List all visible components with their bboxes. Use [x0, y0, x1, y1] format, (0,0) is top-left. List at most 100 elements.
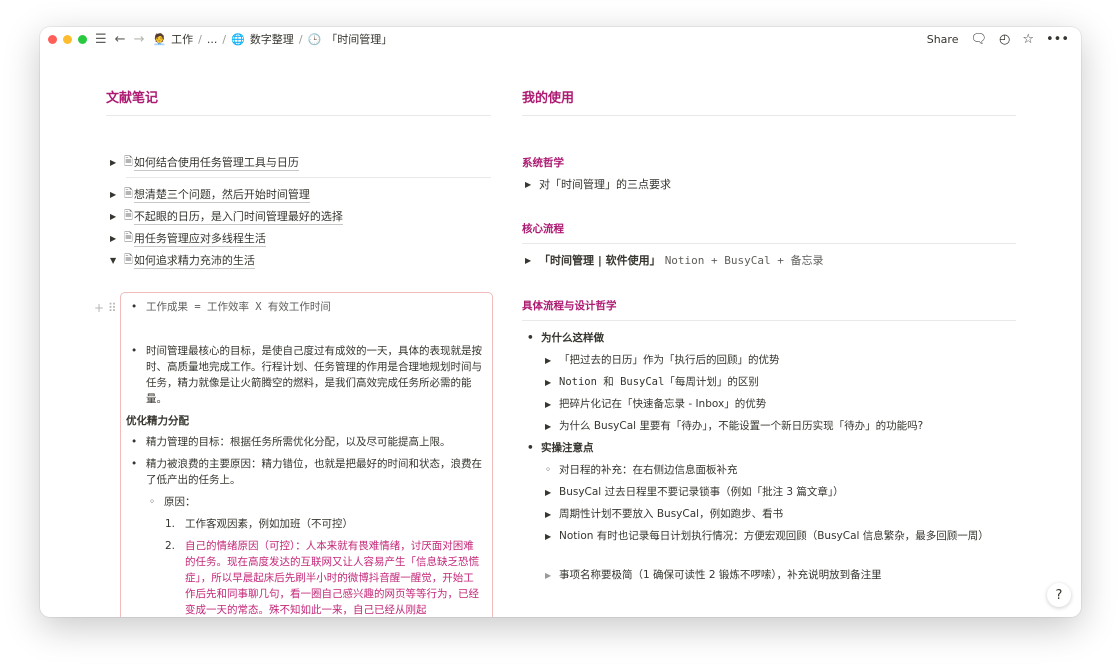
page-icon: 🗎 — [124, 187, 133, 200]
breadcrumb-separator: / — [222, 32, 227, 46]
breadcrumb-separator: / — [198, 32, 202, 46]
toggle-item[interactable]: ▶ BusyCal 过去日程里不要记录锁事（例如「批注 3 篇文章」） — [545, 484, 844, 499]
bullet-item: • 精力管理的目标：根据任务所需优化分配，以及尽可能提高上限。 — [131, 434, 483, 450]
close-window-button[interactable] — [48, 34, 57, 44]
toggle-text[interactable]: Notion 有时也记录每日计划执行情况：方便宏观回顾（BusyCal 信息繁杂… — [559, 530, 989, 542]
toggle-item[interactable]: ▶ 「时间管理 | 软件使用」 Notion + BusyCal + 备忘录 — [525, 252, 824, 268]
favorite-star-icon[interactable]: ☆ — [1022, 32, 1034, 47]
bullet-dot: • — [131, 436, 138, 448]
toggle-item[interactable]: ▶ 周期性计划不要放入 BusyCal，例如跑步、看书 — [545, 506, 783, 521]
sub-bullet-text: 原因： — [164, 496, 196, 508]
toggle-arrow-icon[interactable]: ▶ — [110, 234, 124, 243]
toggle-arrow-icon[interactable]: ▶ — [545, 488, 559, 497]
toggle-item[interactable]: ▶ 对「时间管理」的三点要求 — [525, 176, 671, 192]
toggle-item[interactable]: ▶ Notion 有时也记录每日计划执行情况：方便宏观回顾（BusyCal 信息繁… — [545, 528, 1005, 545]
section-heading: 具体流程与设计哲学 — [522, 300, 617, 312]
toggle-arrow-icon[interactable]: ▶ — [525, 256, 539, 265]
breadcrumb-item-time-management[interactable]: 「时间管理」 — [326, 31, 392, 47]
toggle-item[interactable]: ▶ 把碎片化记在「快速备忘录 - Inbox」的优势 — [545, 396, 766, 411]
toggle-item[interactable]: ▶ 🗎 想清楚三个问题，然后开始时间管理 — [110, 185, 310, 204]
callout-block: • 工作成果 = 工作效率 X 有效工作时间 • 时间管理最核心的目标，是使自己… — [120, 292, 493, 617]
title-bar: ☰ ← → 🧑‍💼 工作 / ... / 🌐 数字整理 / 🕒 「时间管理」 S… — [40, 27, 1081, 51]
more-options-icon[interactable]: ••• — [1046, 32, 1069, 47]
bullet-item: • 精力被浪费的主要原因：精力错位，也就是把最好的时间和状态，浪费在了低产出的任… — [131, 456, 483, 488]
number-label: 1. — [165, 518, 176, 530]
toggle-page-link[interactable]: 如何结合使用任务管理工具与日历 — [133, 154, 299, 171]
toggle-item[interactable]: ▶ 「把过去的日历」作为「执行后的回顾」的优势 — [545, 352, 780, 367]
window-controls — [48, 34, 87, 44]
bullet-item: • 实操注意点 — [527, 440, 594, 455]
breadcrumb-item-digital[interactable]: 数字整理 — [250, 31, 294, 47]
bullet-text: 精力管理的目标：根据任务所需优化分配，以及尽可能提高上限。 — [146, 436, 451, 448]
bullet-text: 为什么这样做 — [541, 332, 605, 344]
divider — [126, 177, 491, 178]
sub-bullet-text: 对日程的补充：在右侧边信息面板补充 — [559, 464, 738, 476]
toggle-arrow-icon[interactable]: ▶ — [525, 180, 539, 189]
toggle-item-open[interactable]: ▼ 🗎 如何追求精力充沛的生活 — [110, 251, 255, 270]
minimize-window-button[interactable] — [63, 34, 72, 44]
breadcrumb-separator: / — [298, 32, 303, 46]
divider — [522, 243, 1016, 244]
comments-icon[interactable]: 🗨 — [970, 32, 987, 47]
toggle-arrow-icon[interactable]: ▶ — [545, 378, 559, 387]
toggle-arrow-icon[interactable]: ▶ — [545, 400, 559, 409]
number-label: 2. — [165, 540, 176, 552]
toggle-arrow-icon[interactable]: ▶ — [545, 510, 559, 519]
bullet-dot: • — [131, 301, 138, 313]
zoom-window-button[interactable] — [78, 34, 87, 44]
share-button[interactable]: Share — [927, 33, 959, 46]
toggle-arrow-down-icon[interactable]: ▼ — [110, 256, 124, 265]
help-button[interactable]: ? — [1047, 583, 1071, 607]
toggle-arrow-icon[interactable]: ▶ — [110, 190, 124, 199]
bullet-dot: • — [131, 345, 138, 357]
toggle-arrow-icon[interactable]: ▶ — [110, 158, 124, 167]
left-column: 文献笔记 — [106, 87, 491, 116]
toggle-arrow-icon[interactable]: ▶ — [110, 212, 124, 221]
toggle-item[interactable]: ▶ 事项名称要极简（1 确保可读性 2 锻炼不啰嗦），补充说明放到备注里 — [545, 567, 882, 582]
block-handle-icon[interactable]: + ⠿ — [94, 301, 117, 315]
right-column: 我的使用 — [522, 87, 1016, 116]
toggle-text[interactable]: 对「时间管理」的三点要求 — [539, 176, 671, 192]
page-icon: 🗎 — [124, 253, 133, 266]
breadcrumb-item-work[interactable]: 工作 — [171, 31, 193, 47]
toggle-page-link[interactable]: 如何追求精力充沛的生活 — [133, 252, 255, 269]
clock-icon: 🕒 — [307, 32, 322, 46]
toggle-text[interactable]: 「把过去的日历」作为「执行后的回顾」的优势 — [559, 354, 780, 366]
bullet-dot: • — [527, 442, 542, 454]
forward-arrow-icon[interactable]: → — [134, 33, 145, 46]
breadcrumb: 🧑‍💼 工作 / ... / 🌐 数字整理 / 🕒 「时间管理」 — [152, 31, 392, 47]
toggle-arrow-icon[interactable]: ▶ — [545, 529, 559, 545]
toggle-arrow-icon[interactable]: ▶ — [545, 356, 559, 365]
toggle-text[interactable]: 为什么 BusyCal 里要有「待办」，不能设置一个新日历实现「待办」的功能吗? — [559, 420, 923, 432]
numbered-text-highlight: 自己的情绪原因（可控）：人本来就有畏难情绪，讨厌面对困难的任务。现在高度发达的互… — [185, 540, 479, 616]
sidebar-menu-icon[interactable]: ☰ — [95, 33, 107, 46]
breadcrumb-item-ellipsis[interactable]: ... — [207, 33, 218, 46]
toggle-item[interactable]: ▶ 🗎 如何结合使用任务管理工具与日历 — [110, 153, 299, 172]
toggle-arrow-icon[interactable]: ▶ — [545, 571, 559, 580]
bullet-text: 精力被浪费的主要原因：精力错位，也就是把最好的时间和状态，浪费在了低产出的任务上… — [146, 458, 482, 486]
toggle-page-link[interactable]: 想清楚三个问题，然后开始时间管理 — [133, 186, 310, 203]
toggle-page-link[interactable]: 用任务管理应对多线程生活 — [133, 230, 266, 247]
toggle-item[interactable]: ▶ 🗎 用任务管理应对多线程生活 — [110, 229, 266, 248]
toggle-text[interactable]: Notion 和 BusyCal「每周计划」的区别 — [559, 376, 759, 388]
crumb-emoji-work: 🧑‍💼 — [152, 32, 167, 46]
divider — [522, 320, 1016, 321]
toggle-text[interactable]: 周期性计划不要放入 BusyCal，例如跑步、看书 — [559, 508, 783, 520]
toggle-text[interactable]: 事项名称要极简（1 确保可读性 2 锻炼不啰嗦），补充说明放到备注里 — [559, 569, 882, 581]
bullet-item: • 时间管理最核心的目标，是使自己度过有成效的一天，具体的表现就是按时、高质量地… — [131, 343, 483, 407]
toggle-arrow-icon[interactable]: ▶ — [545, 422, 559, 431]
bullet-text: 实操注意点 — [541, 442, 594, 454]
toggle-item[interactable]: ▶ Notion 和 BusyCal「每周计划」的区别 — [545, 374, 759, 389]
toggle-bold-text[interactable]: 「时间管理 | 软件使用」 — [539, 252, 661, 268]
sub-bullet-item: ◦ 对日程的补充：在右侧边信息面板补充 — [545, 462, 738, 477]
history-icon[interactable]: ◴ — [999, 32, 1010, 47]
toggle-text[interactable]: BusyCal 过去日程里不要记录锁事（例如「批注 3 篇文章」） — [559, 486, 844, 498]
formula-text: 工作成果 = 工作效率 X 有效工作时间 — [146, 301, 331, 313]
toggle-item[interactable]: ▶ 为什么 BusyCal 里要有「待办」，不能设置一个新日历实现「待办」的功能吗… — [545, 418, 923, 433]
toggle-page-link[interactable]: 不起眼的日历，是入门时间管理最好的选择 — [133, 208, 343, 225]
page-icon: 🗎 — [124, 209, 133, 222]
toggle-item[interactable]: ▶ 🗎 不起眼的日历，是入门时间管理最好的选择 — [110, 207, 343, 226]
toggle-text[interactable]: 把碎片化记在「快速备忘录 - Inbox」的优势 — [559, 398, 766, 410]
bullet-dot: • — [527, 332, 542, 344]
back-arrow-icon[interactable]: ← — [115, 33, 126, 46]
